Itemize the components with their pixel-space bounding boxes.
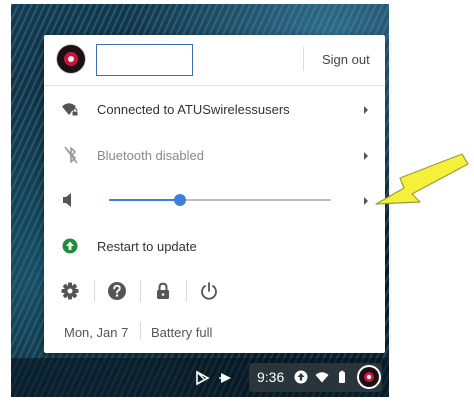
play-movies-icon[interactable] bbox=[218, 370, 234, 386]
user-row: Sign out bbox=[44, 35, 385, 83]
system-tray-menu: Sign out Connected to ATUSwirelessusers … bbox=[44, 35, 385, 353]
status-area[interactable]: 9:36 bbox=[249, 363, 382, 392]
volume-slider-thumb[interactable] bbox=[174, 194, 187, 206]
bluetooth-disabled-icon bbox=[64, 146, 78, 164]
gear-icon[interactable] bbox=[59, 280, 81, 302]
footer-separator bbox=[140, 322, 141, 340]
update-available-icon bbox=[294, 370, 308, 384]
wifi-icon bbox=[315, 372, 329, 383]
header-separator bbox=[303, 47, 304, 71]
chevron-right-icon[interactable] bbox=[362, 196, 370, 206]
chevron-right-icon bbox=[364, 152, 368, 160]
play-store-icon[interactable] bbox=[194, 370, 210, 386]
annotation-arrow-icon bbox=[375, 153, 469, 205]
chevron-right-icon bbox=[364, 106, 368, 114]
shelf-clock: 9:36 bbox=[257, 369, 285, 385]
shelf-avatar bbox=[357, 365, 381, 389]
wifi-locked-icon bbox=[62, 103, 79, 117]
volume-slider-fill bbox=[109, 199, 181, 201]
bluetooth-row[interactable]: Bluetooth disabled bbox=[44, 132, 385, 178]
date-label[interactable]: Mon, Jan 7 bbox=[64, 325, 128, 340]
bluetooth-label: Bluetooth disabled bbox=[97, 148, 204, 163]
volume-icon[interactable] bbox=[62, 192, 76, 208]
button-separator bbox=[140, 280, 141, 302]
battery-status-label: Battery full bbox=[151, 325, 213, 340]
update-arrow-icon bbox=[62, 238, 78, 254]
network-label: Connected to ATUSwirelessusers bbox=[97, 102, 290, 117]
update-label: Restart to update bbox=[97, 239, 197, 254]
help-icon[interactable] bbox=[106, 280, 128, 302]
battery-icon bbox=[339, 370, 345, 383]
volume-row bbox=[44, 178, 385, 224]
volume-slider-track[interactable] bbox=[109, 199, 331, 201]
network-row[interactable]: Connected to ATUSwirelessusers bbox=[44, 86, 385, 132]
button-separator bbox=[186, 280, 187, 302]
update-row[interactable]: Restart to update bbox=[44, 224, 385, 270]
button-separator bbox=[94, 280, 95, 302]
power-icon[interactable] bbox=[198, 280, 220, 302]
user-name-field[interactable] bbox=[96, 44, 193, 76]
screenshot-stage: 9:36 Sign out Connected to ATUSwirelessu… bbox=[0, 0, 474, 415]
lock-icon[interactable] bbox=[152, 280, 174, 302]
user-avatar bbox=[56, 44, 86, 74]
sign-out-button[interactable]: Sign out bbox=[322, 52, 370, 67]
